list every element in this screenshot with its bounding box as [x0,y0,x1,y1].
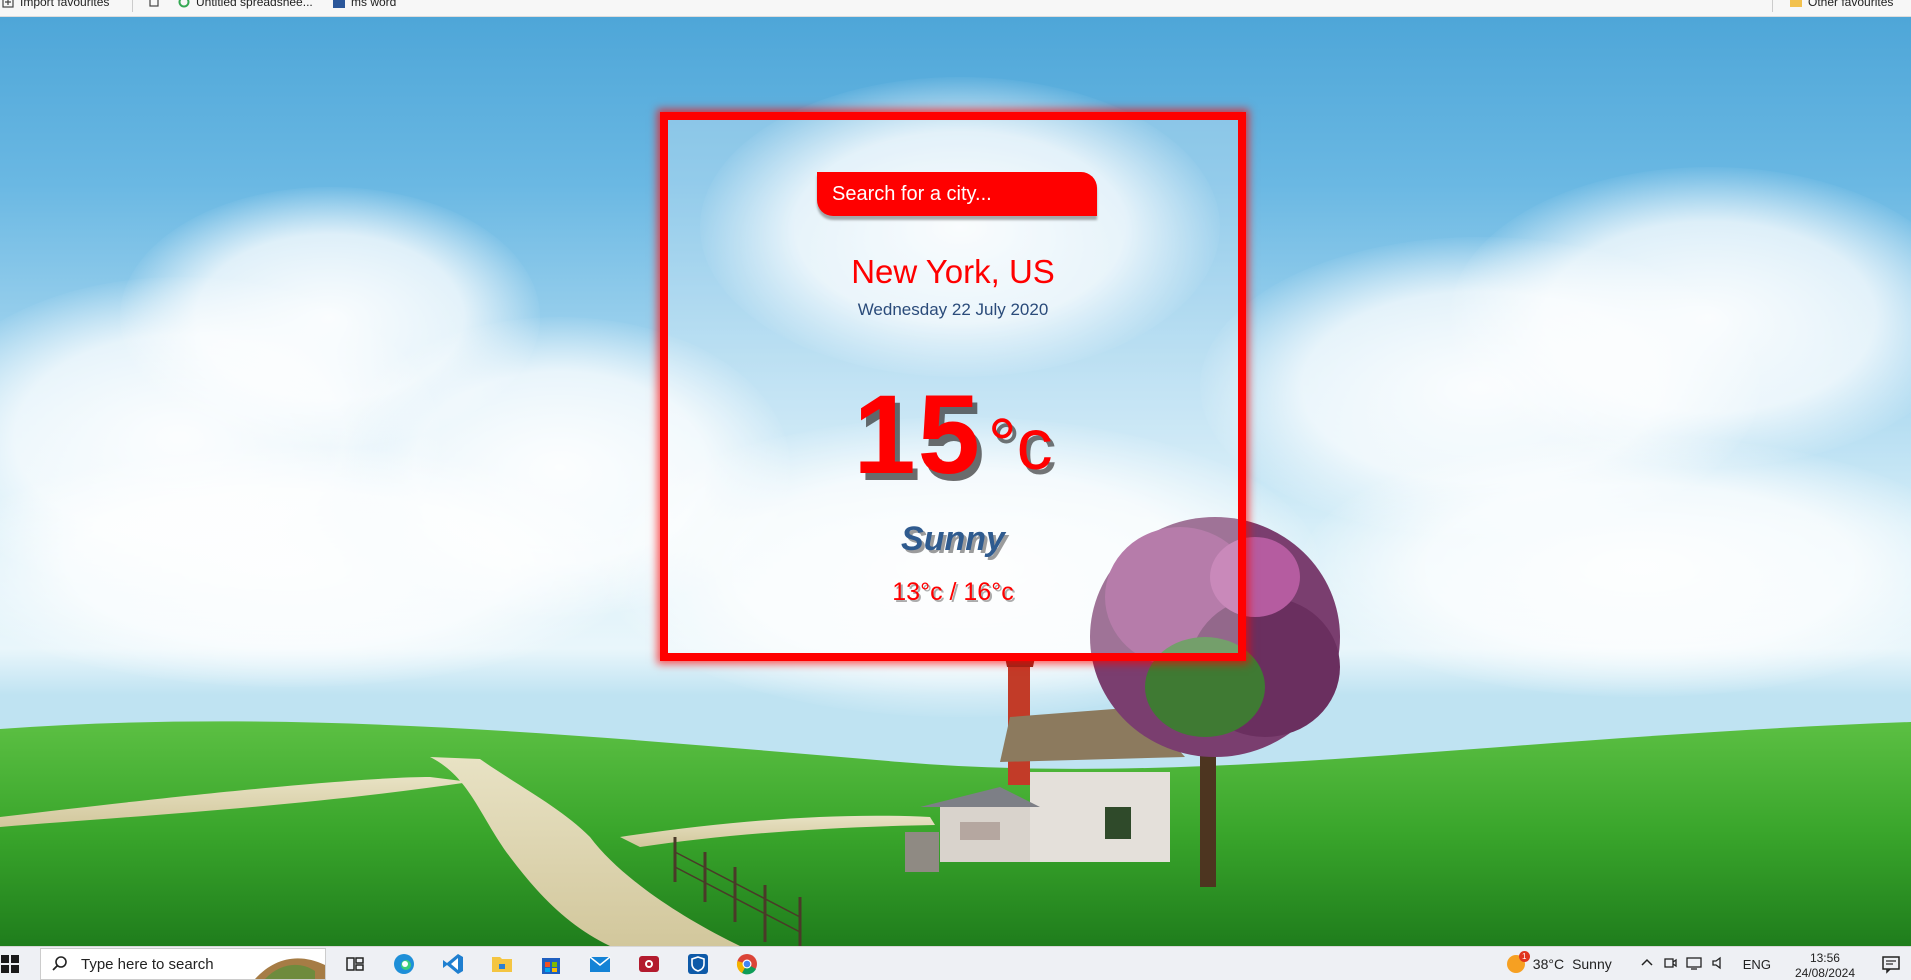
sun-icon: 1 [1506,951,1530,973]
taskbar: Type here to search 1 38°C Sunny ENG 13:… [0,946,1911,980]
taskbar-clock[interactable]: 13:56 24/08/2024 [1795,951,1855,980]
store-icon[interactable] [536,949,566,979]
taskbar-weather-widget[interactable]: 1 38°C Sunny [1506,951,1612,973]
camera-app-icon[interactable] [634,949,664,979]
google-icon [178,0,190,8]
taskbar-search-box[interactable]: Type here to search [40,948,326,980]
bookmark-word-label: ms word [351,0,397,9]
taskbar-weather-condition: Sunny [1572,956,1612,972]
tray-icons [1640,956,1725,973]
bookmark-other-label: Other favourites [1808,0,1894,9]
word-icon [333,0,345,8]
network-icon[interactable] [1686,956,1702,973]
bookmark-spreadsheet-label: Untitled spreadshee... [196,0,313,9]
volume-icon[interactable] [1711,956,1725,973]
bookmarks-bar: Import favourites Untitled spreadshee...… [0,0,1911,17]
temperature-display: 15 °c [668,370,1238,499]
language-indicator[interactable]: ENG [1743,957,1771,972]
search-icon [52,956,67,971]
security-app-icon[interactable] [683,949,713,979]
weather-card: New York, US Wednesday 22 July 2020 15 °… [660,112,1246,661]
chrome-icon[interactable] [732,949,762,979]
bookmark-other-favourites[interactable]: Other favourites [1790,0,1893,9]
page-icon [149,0,159,7]
edge-icon[interactable] [389,949,419,979]
weather-condition: Sunny [901,520,1005,558]
city-search-input[interactable] [817,172,1097,216]
windows-start-icon[interactable] [0,954,20,974]
weather-alert-badge: 1 [1518,951,1530,962]
import-icon [2,0,14,8]
file-explorer-icon[interactable] [487,949,517,979]
bookmark-ms-word[interactable]: ms word [333,0,396,9]
taskbar-apps [340,947,762,980]
bookmark-spreadsheet[interactable]: Untitled spreadshee... [178,0,313,9]
bookmarks-divider-right [1772,0,1773,12]
notifications-icon[interactable] [1881,954,1901,974]
temperature-unit: °c [987,405,1053,485]
chevron-up-icon[interactable] [1640,956,1654,973]
mail-icon[interactable] [585,949,615,979]
location-name: New York, US [851,253,1055,290]
page-viewport: New York, US Wednesday 22 July 2020 15 °… [0,17,1911,946]
meet-now-icon[interactable] [1663,956,1677,973]
folder-icon [1790,0,1802,7]
clock-time: 13:56 [1809,951,1840,965]
vscode-icon[interactable] [438,949,468,979]
bookmark-import-favourites[interactable]: Import favourites [2,0,109,9]
taskbar-search-placeholder: Type here to search [81,955,214,973]
system-tray: 1 38°C Sunny ENG 13:56 24/08/2024 [1506,947,1911,980]
bookmark-blank-page[interactable] [148,0,160,7]
task-view-icon[interactable] [340,949,370,979]
current-date: Wednesday 22 July 2020 [857,300,1049,319]
bookmark-import-label: Import favourites [20,0,110,9]
temperature-value: 15 [853,372,982,497]
search-highlight-image [255,958,325,979]
temperature-range: 13°c / 16°c [892,578,1014,606]
bookmarks-divider [132,0,133,12]
taskbar-weather-temp: 38°C [1532,956,1565,972]
clock-date: 24/08/2024 [1794,966,1855,980]
